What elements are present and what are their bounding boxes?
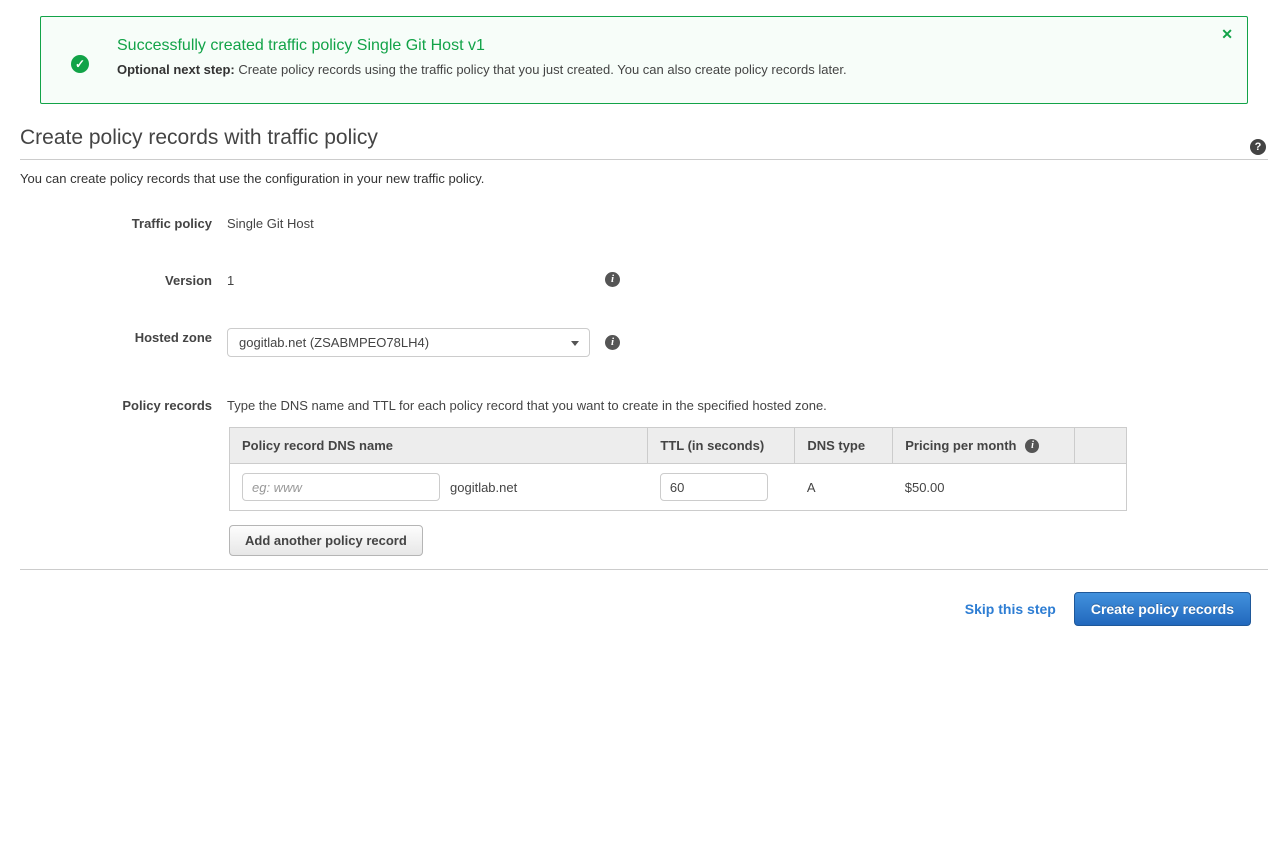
- hosted-zone-selected-value: gogitlab.net (ZSABMPEO78LH4): [239, 335, 429, 350]
- main-content: Create policy records with traffic polic…: [0, 126, 1288, 626]
- success-banner: ✓ Successfully created traffic policy Si…: [40, 16, 1248, 104]
- info-icon[interactable]: i: [1025, 439, 1039, 453]
- dns-name-cell: gogitlab.net: [230, 464, 648, 511]
- create-policy-records-button[interactable]: Create policy records: [1074, 592, 1251, 626]
- page-header: Create policy records with traffic polic…: [20, 126, 1268, 160]
- header-pricing: Pricing per month i: [893, 428, 1075, 464]
- banner-next-step-label: Optional next step:: [117, 62, 235, 77]
- traffic-policy-row: Traffic policy Single Git Host: [20, 214, 1268, 231]
- add-policy-record-button[interactable]: Add another policy record: [229, 525, 423, 556]
- pricing-cell: $50.00: [893, 464, 1075, 511]
- table-header-row: Policy record DNS name TTL (in seconds) …: [230, 428, 1127, 464]
- extra-cell: [1075, 464, 1127, 511]
- info-icon[interactable]: i: [605, 272, 620, 287]
- header-dns-type: DNS type: [795, 428, 893, 464]
- policy-records-row: Policy records Type the DNS name and TTL…: [20, 396, 1268, 413]
- header-extra: [1075, 428, 1127, 464]
- close-icon[interactable]: ✕: [1221, 27, 1233, 41]
- policy-records-table: Policy record DNS name TTL (in seconds) …: [229, 427, 1127, 511]
- version-row: Version 1 i: [20, 271, 1268, 288]
- version-value: 1: [227, 271, 590, 288]
- help-icon[interactable]: ?: [1250, 139, 1266, 155]
- traffic-policy-value: Single Git Host: [227, 214, 314, 231]
- dns-type-cell: A: [795, 464, 893, 511]
- ttl-cell: [648, 464, 795, 511]
- table-row: gogitlab.net A $50.00: [230, 464, 1127, 511]
- policy-records-label: Policy records: [20, 396, 212, 413]
- skip-this-step-link[interactable]: Skip this step: [965, 601, 1056, 617]
- header-dns-name: Policy record DNS name: [230, 428, 648, 464]
- page-description: You can create policy records that use t…: [20, 171, 1268, 186]
- dns-suffix: gogitlab.net: [450, 480, 517, 495]
- header-pricing-label: Pricing per month: [905, 438, 1016, 453]
- hosted-zone-row: Hosted zone gogitlab.net (ZSABMPEO78LH4)…: [20, 328, 1268, 357]
- header-ttl: TTL (in seconds): [648, 428, 795, 464]
- ttl-input[interactable]: [660, 473, 768, 501]
- hosted-zone-select[interactable]: gogitlab.net (ZSABMPEO78LH4): [227, 328, 590, 357]
- traffic-policy-label: Traffic policy: [20, 214, 212, 231]
- banner-next-step: Optional next step: Create policy record…: [117, 62, 1207, 77]
- banner-next-step-text: Create policy records using the traffic …: [238, 62, 846, 77]
- check-circle-icon: ✓: [71, 55, 89, 73]
- chevron-down-icon: [571, 341, 579, 346]
- info-icon[interactable]: i: [605, 335, 620, 350]
- policy-record-form: Traffic policy Single Git Host Version 1…: [20, 214, 1268, 556]
- banner-title: Successfully created traffic policy Sing…: [117, 37, 1207, 55]
- version-label: Version: [20, 271, 212, 288]
- policy-records-description: Type the DNS name and TTL for each polic…: [227, 396, 827, 413]
- footer-divider: [20, 569, 1268, 570]
- footer-actions: Skip this step Create policy records: [20, 592, 1268, 626]
- hosted-zone-label: Hosted zone: [20, 328, 212, 345]
- dns-name-input[interactable]: [242, 473, 440, 501]
- page-title: Create policy records with traffic polic…: [20, 126, 1268, 150]
